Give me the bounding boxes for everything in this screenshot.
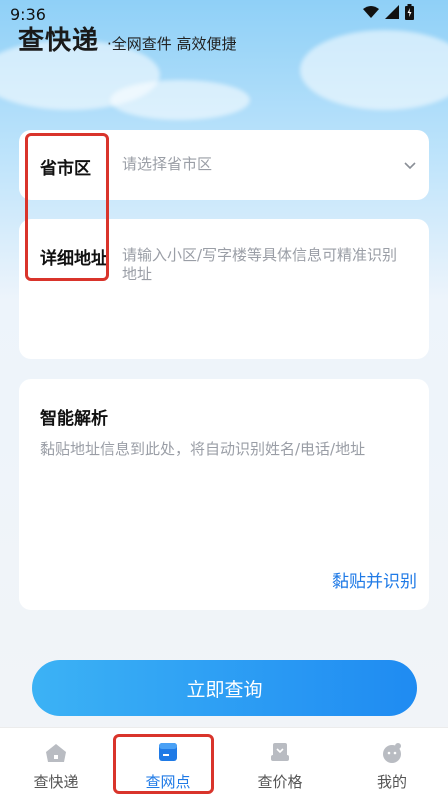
query-button[interactable]: 立即查询 — [32, 660, 417, 716]
tab-mine[interactable]: 我的 — [347, 728, 437, 797]
tab-express[interactable]: 查快递 — [11, 728, 101, 797]
tab-label: 查快递 — [33, 773, 79, 791]
tab-label: 查价格 — [257, 773, 303, 791]
bottom-tab-bar: 查快递 查网点 查价格 我的 — [0, 727, 448, 797]
detail-address-input[interactable]: 请输入小区/写字楼等具体信息可精准识别地址 — [122, 246, 402, 284]
highlight-box-labels — [25, 133, 109, 281]
smart-parse-title: 智能解析 — [40, 409, 108, 429]
battery-icon — [405, 4, 414, 20]
app-logo: 查快递 — [18, 26, 100, 56]
app-tagline: ·全网查件 高效便捷 — [107, 35, 237, 53]
chevron-down-icon[interactable] — [403, 158, 417, 172]
status-icons — [363, 4, 414, 20]
home-icon — [46, 744, 66, 762]
wifi-icon — [363, 6, 379, 18]
tab-price[interactable]: 查价格 — [235, 728, 325, 797]
app-header: 查快递 ·全网查件 高效便捷 — [18, 20, 237, 57]
price-box-icon — [271, 743, 289, 761]
status-bar: 9:36 — [0, 0, 448, 24]
profile-icon — [383, 743, 401, 763]
region-select-placeholder[interactable]: 请选择省市区 — [122, 155, 212, 174]
cloud-decoration — [110, 80, 250, 120]
highlight-box-active-tab — [113, 734, 214, 794]
smart-parse-card[interactable]: 智能解析 黏贴地址信息到此处，将自动识别姓名/电话/地址 黏贴并识别 — [19, 379, 429, 610]
paste-recognize-button[interactable]: 黏贴并识别 — [332, 567, 417, 592]
smart-parse-input[interactable]: 黏贴地址信息到此处，将自动识别姓名/电话/地址 — [40, 440, 420, 459]
tab-label: 我的 — [376, 773, 407, 791]
signal-icon — [385, 5, 399, 19]
cloud-decoration — [300, 30, 448, 110]
